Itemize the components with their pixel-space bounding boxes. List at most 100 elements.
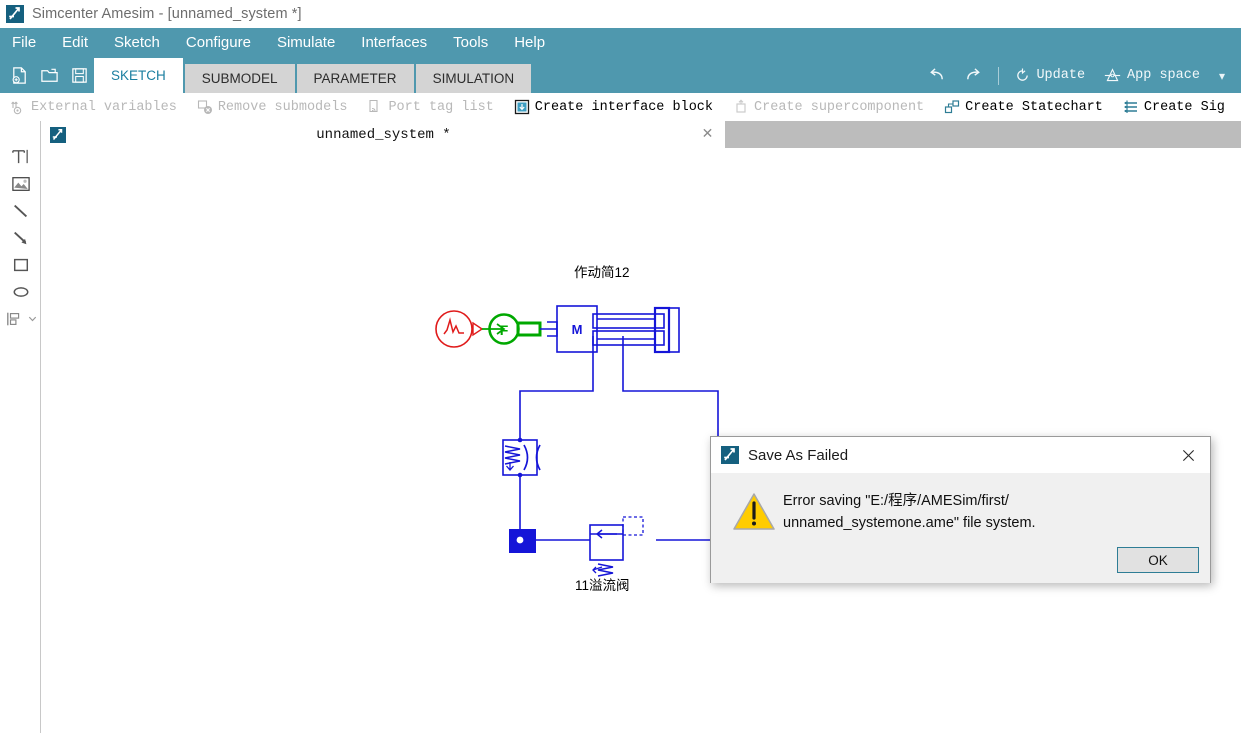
- tab-sketch[interactable]: SKETCH: [94, 58, 183, 93]
- create-signal-button[interactable]: Create Sig: [1113, 99, 1235, 115]
- label-relief-valve: 11溢流阀: [575, 578, 630, 593]
- title-bar: Simcenter Amesim - [unnamed_system *]: [0, 0, 1241, 28]
- dialog-ok-button[interactable]: OK: [1117, 547, 1199, 573]
- chevron-down-icon[interactable]: ▾: [1209, 69, 1235, 83]
- image-icon: [11, 176, 30, 191]
- external-variables-label: External variables: [31, 99, 177, 115]
- port-tag-list-button[interactable]: Port tag list: [357, 99, 503, 115]
- menu-item-configure[interactable]: Configure: [173, 28, 264, 58]
- external-variables-icon: [11, 101, 22, 115]
- menu-item-file[interactable]: File: [0, 28, 49, 58]
- redo-icon: [967, 68, 981, 80]
- chevron-down-icon[interactable]: [27, 313, 38, 324]
- ribbon-tabs: SKETCH SUBMODEL PARAMETER SIMULATION: [94, 58, 533, 93]
- undo-icon: [930, 68, 944, 80]
- create-signal-label: Create Sig: [1143, 99, 1225, 115]
- create-statechart-label: Create Statechart: [965, 99, 1103, 115]
- create-statechart-button[interactable]: Create Statechart: [934, 99, 1113, 115]
- ellipse-icon: [13, 286, 28, 297]
- interface-block-icon: [514, 99, 529, 115]
- refresh-icon: [1017, 68, 1029, 81]
- ribbon-right-actions: Update App space ▾: [918, 58, 1241, 93]
- remove-submodels-icon: [197, 100, 212, 114]
- text-icon: [12, 149, 28, 164]
- line-tool-button[interactable]: [0, 197, 41, 224]
- save-as-failed-dialog: Save As Failed Error saving "E:/程序/AMESi…: [710, 436, 1211, 583]
- ribbon-bar: SKETCH SUBMODEL PARAMETER SIMULATION Upd…: [0, 58, 1241, 93]
- tank-reservoir-component[interactable]: [509, 529, 536, 553]
- dialog-message-line1: Error saving "E:/程序/AMESim/first/: [783, 493, 1009, 509]
- signal-icon: [1124, 100, 1137, 113]
- close-icon: [1182, 449, 1194, 461]
- create-supercomponent-button[interactable]: Create supercomponent: [723, 99, 934, 115]
- save-icon[interactable]: [68, 65, 90, 87]
- menu-bar: File Edit Sketch Configure Simulate Inte…: [0, 28, 1241, 58]
- svg-text:M: M: [572, 322, 583, 337]
- arrow-tool-button[interactable]: [0, 224, 41, 251]
- port-tag-list-label: Port tag list: [388, 99, 494, 115]
- redo-button[interactable]: [955, 66, 992, 85]
- menu-item-simulate[interactable]: Simulate: [264, 28, 348, 58]
- align-tool-button[interactable]: [0, 305, 46, 332]
- menu-item-help[interactable]: Help: [501, 28, 558, 58]
- canvas-tab-unnamed-system[interactable]: unnamed_system * ✕: [42, 121, 725, 148]
- window-title: Simcenter Amesim - [unnamed_system *]: [32, 6, 302, 22]
- statechart-icon: [945, 100, 960, 114]
- create-interface-block-label: Create interface block: [534, 99, 714, 115]
- menu-item-tools[interactable]: Tools: [440, 28, 501, 58]
- amesim-logo-icon: [50, 126, 66, 143]
- signal-source-component[interactable]: [435, 310, 484, 348]
- application-window: Simcenter Amesim - [unnamed_system *] Fi…: [0, 0, 1241, 733]
- amesim-logo-icon: [6, 5, 24, 23]
- line-icon: [13, 204, 27, 217]
- create-interface-block-button[interactable]: Create interface block: [504, 99, 723, 115]
- update-label: Update: [1036, 68, 1086, 83]
- ellipse-tool-button[interactable]: [0, 278, 41, 305]
- toolbar-separator: [998, 66, 1000, 85]
- hydraulic-cylinder-component[interactable]: [592, 306, 680, 354]
- dialog-close-button[interactable]: [1166, 437, 1210, 473]
- image-tool-button[interactable]: [0, 170, 41, 197]
- canvas-tab-strip: unnamed_system * ✕: [42, 121, 1241, 148]
- svg-text:F: F: [500, 322, 509, 338]
- undo-button[interactable]: [918, 66, 955, 85]
- external-variables-button[interactable]: External variables: [0, 99, 187, 115]
- create-supercomponent-label: Create supercomponent: [754, 99, 925, 115]
- arrow-icon: [13, 231, 26, 244]
- dialog-message: Error saving "E:/程序/AMESim/first/ unname…: [783, 491, 1194, 535]
- menu-item-edit[interactable]: Edit: [49, 28, 101, 58]
- warning-triangle-icon: [733, 493, 775, 530]
- tab-submodel[interactable]: SUBMODEL: [184, 64, 295, 93]
- tab-simulation[interactable]: SIMULATION: [415, 64, 532, 93]
- menu-item-interfaces[interactable]: Interfaces: [348, 28, 440, 58]
- canvas-tab-label: unnamed_system *: [316, 126, 451, 143]
- tab-parameter[interactable]: PARAMETER: [296, 64, 414, 93]
- connection-lines: [519, 336, 719, 541]
- quick-access-toolbar: [0, 58, 94, 93]
- remove-submodels-button[interactable]: Remove submodels: [187, 99, 358, 115]
- remove-submodels-label: Remove submodels: [217, 99, 348, 115]
- amesim-logo-icon: [721, 446, 739, 464]
- port-tag-list-icon: [369, 99, 379, 113]
- dialog-title: Save As Failed: [748, 446, 849, 464]
- new-file-icon[interactable]: [8, 65, 30, 87]
- relief-valve-component[interactable]: [589, 516, 644, 577]
- spring-accumulator-component[interactable]: [502, 437, 541, 478]
- app-space-icon: [1104, 68, 1121, 82]
- sketch-tools-sidebar: [0, 121, 41, 733]
- app-space-button[interactable]: App space: [1094, 67, 1209, 84]
- rectangle-tool-button[interactable]: [0, 251, 41, 278]
- dialog-message-line2: unnamed_systemone.ame" file system.: [783, 514, 1036, 531]
- supercomponent-icon: [736, 99, 746, 113]
- rectangle-icon: [13, 258, 28, 271]
- text-tool-button[interactable]: [0, 143, 41, 170]
- open-folder-icon[interactable]: [38, 65, 60, 87]
- canvas-tab-close-icon[interactable]: ✕: [700, 126, 715, 141]
- dialog-title-bar: Save As Failed: [711, 437, 1210, 473]
- label-actuator: 作动简12: [574, 265, 630, 280]
- menu-item-sketch[interactable]: Sketch: [101, 28, 173, 58]
- app-space-label: App space: [1127, 68, 1200, 83]
- update-button[interactable]: Update: [1005, 67, 1094, 84]
- sketch-toolbar: External variables Remove submodels Port…: [0, 93, 1241, 121]
- align-icon: [7, 312, 20, 325]
